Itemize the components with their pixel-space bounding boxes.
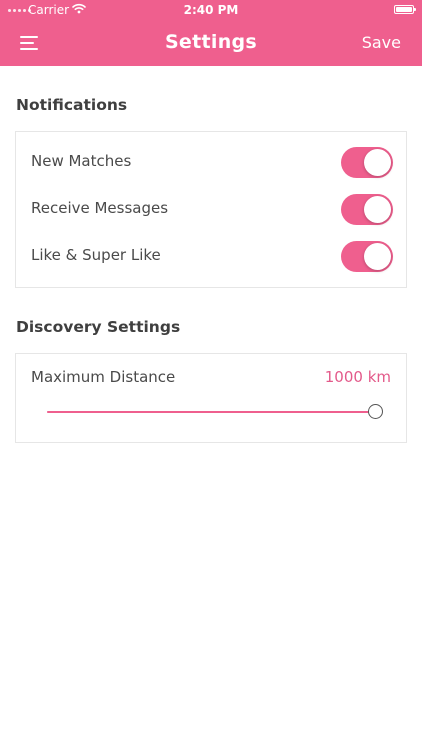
battery-icon [394, 5, 416, 14]
notifications-section-title: Notifications [16, 96, 128, 114]
header: Carrier 2:40 PM Settings Save [0, 0, 422, 66]
notification-row-receive-messages: Receive Messages [16, 186, 406, 233]
notification-row-new-matches: New Matches [16, 139, 406, 186]
slider-fill [47, 411, 375, 413]
status-bar: Carrier 2:40 PM [0, 0, 422, 22]
max-distance-slider[interactable] [47, 402, 383, 422]
receive-messages-label: Receive Messages [31, 199, 169, 217]
toggle-knob [364, 196, 391, 223]
status-time: 2:40 PM [183, 3, 239, 17]
toggle-knob [364, 149, 391, 176]
new-matches-toggle[interactable] [341, 147, 393, 178]
discovery-section-title: Discovery Settings [16, 318, 181, 336]
save-button[interactable]: Save [362, 33, 401, 52]
discovery-card: Maximum Distance 1000 km [15, 353, 407, 443]
max-distance-value: 1000 km [324, 368, 391, 386]
notifications-card: New Matches Receive Messages Like & Supe… [15, 131, 407, 288]
settings-screen: Carrier 2:40 PM Settings Save Notificati… [0, 0, 422, 750]
new-matches-label: New Matches [31, 152, 132, 170]
nav-bar: Settings Save [0, 22, 422, 66]
like-super-like-toggle[interactable] [341, 241, 393, 272]
page-title: Settings [164, 31, 258, 53]
battery-fill [396, 7, 412, 12]
like-super-like-label: Like & Super Like [31, 246, 161, 264]
receive-messages-toggle[interactable] [341, 194, 393, 225]
max-distance-label: Maximum Distance [31, 368, 176, 386]
slider-thumb[interactable] [368, 404, 383, 419]
toggle-knob [364, 243, 391, 270]
notification-row-like-super-like: Like & Super Like [16, 233, 406, 280]
